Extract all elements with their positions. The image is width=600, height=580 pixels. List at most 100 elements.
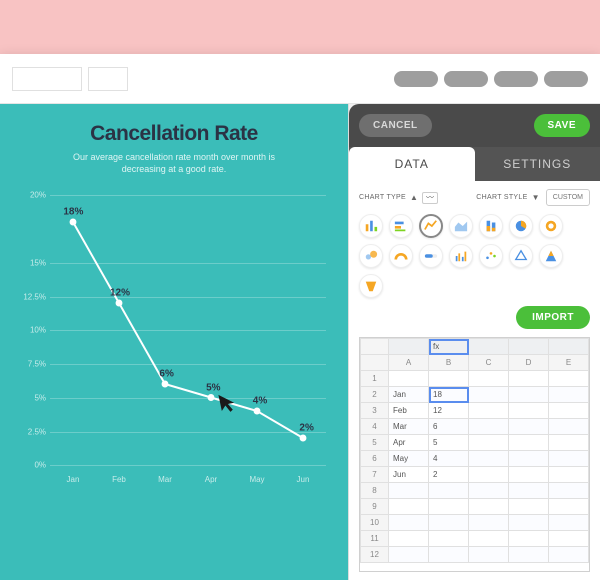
save-button[interactable]: SAVE (534, 114, 591, 137)
cell[interactable] (429, 547, 469, 563)
data-spreadsheet[interactable]: fxABCDE12Jan183Feb124Mar65Apr56May47Jun2… (359, 337, 590, 572)
row-header[interactable]: 6 (361, 451, 389, 467)
chart-type-horizontal-bar[interactable] (389, 214, 413, 238)
cell[interactable] (549, 483, 589, 499)
toolbar-pill[interactable] (444, 71, 488, 87)
cell[interactable] (469, 483, 509, 499)
cell[interactable] (509, 547, 549, 563)
cell[interactable] (469, 547, 509, 563)
cell[interactable]: Jun (389, 467, 429, 483)
cell[interactable] (509, 371, 549, 387)
fx-cell[interactable] (389, 339, 429, 355)
cell[interactable] (509, 387, 549, 403)
tab-settings[interactable]: SETTINGS (475, 147, 600, 181)
col-header[interactable]: C (469, 355, 509, 371)
chart-type-bubble[interactable] (359, 244, 383, 268)
toolbar-pill[interactable] (394, 71, 438, 87)
cell[interactable] (509, 531, 549, 547)
cell[interactable] (389, 531, 429, 547)
row-header[interactable]: 5 (361, 435, 389, 451)
cell[interactable] (469, 435, 509, 451)
cell[interactable] (549, 403, 589, 419)
chart-type-donut[interactable] (539, 214, 563, 238)
cell[interactable] (549, 531, 589, 547)
chart-type-stacked-bar[interactable] (479, 214, 503, 238)
cell[interactable] (549, 547, 589, 563)
chart-type-progress[interactable] (419, 244, 443, 268)
fx-cell[interactable] (549, 339, 589, 355)
cell[interactable] (509, 467, 549, 483)
cell[interactable] (509, 499, 549, 515)
cell[interactable] (429, 515, 469, 531)
chart-type-line[interactable] (419, 214, 443, 238)
cell[interactable] (469, 387, 509, 403)
cell[interactable] (429, 483, 469, 499)
cell[interactable] (389, 515, 429, 531)
cell[interactable]: 18 (429, 387, 469, 403)
chart-canvas[interactable]: Cancellation Rate Our average cancellati… (0, 104, 348, 580)
chart-type-select[interactable]: CHART TYPE ▲ 〰 (359, 192, 438, 204)
col-header[interactable]: D (509, 355, 549, 371)
cell[interactable] (509, 419, 549, 435)
tab-data[interactable]: DATA (349, 147, 475, 181)
cell[interactable] (549, 451, 589, 467)
cell[interactable]: Mar (389, 419, 429, 435)
cell[interactable] (509, 403, 549, 419)
cell[interactable]: Jan (389, 387, 429, 403)
cell[interactable] (549, 515, 589, 531)
cell[interactable] (429, 531, 469, 547)
col-header[interactable]: A (389, 355, 429, 371)
chart-style-select[interactable]: CHART STYLE ▼ (476, 193, 540, 202)
row-header[interactable]: 1 (361, 371, 389, 387)
row-header[interactable]: 12 (361, 547, 389, 563)
cell[interactable] (469, 531, 509, 547)
cell[interactable] (389, 483, 429, 499)
cell[interactable] (549, 387, 589, 403)
cell[interactable] (549, 435, 589, 451)
row-header[interactable]: 3 (361, 403, 389, 419)
chart-type-pyramid[interactable] (539, 244, 563, 268)
custom-button[interactable]: CUSTOM (546, 189, 590, 206)
cell[interactable] (389, 547, 429, 563)
toolbar-box-small[interactable] (88, 67, 128, 91)
row-header[interactable]: 4 (361, 419, 389, 435)
cell[interactable] (469, 419, 509, 435)
cell[interactable]: 2 (429, 467, 469, 483)
cell[interactable] (549, 371, 589, 387)
chart-type-pie[interactable] (509, 214, 533, 238)
cell[interactable]: 6 (429, 419, 469, 435)
row-header[interactable]: 8 (361, 483, 389, 499)
chart-type-multi-bar[interactable] (449, 244, 473, 268)
row-header[interactable]: 9 (361, 499, 389, 515)
cell[interactable] (469, 467, 509, 483)
toolbar-pill[interactable] (544, 71, 588, 87)
cell[interactable] (469, 499, 509, 515)
col-header[interactable]: E (549, 355, 589, 371)
cell[interactable]: Apr (389, 435, 429, 451)
cell[interactable] (469, 371, 509, 387)
row-header[interactable]: 11 (361, 531, 389, 547)
col-header[interactable]: B (429, 355, 469, 371)
fx-cell[interactable]: fx (429, 339, 469, 355)
toolbar-pill[interactable] (494, 71, 538, 87)
cell[interactable] (509, 483, 549, 499)
cell[interactable] (509, 451, 549, 467)
cell[interactable]: 12 (429, 403, 469, 419)
row-header[interactable]: 7 (361, 467, 389, 483)
cancel-button[interactable]: CANCEL (359, 114, 432, 137)
cell[interactable] (509, 435, 549, 451)
cell[interactable] (429, 499, 469, 515)
chart-type-scatter[interactable] (479, 244, 503, 268)
row-header[interactable]: 10 (361, 515, 389, 531)
cell[interactable]: 4 (429, 451, 469, 467)
cell[interactable] (429, 371, 469, 387)
chart-type-vertical-bar[interactable] (359, 214, 383, 238)
chart-type-gauge[interactable] (389, 244, 413, 268)
chart-type-radar[interactable] (509, 244, 533, 268)
row-header[interactable]: 2 (361, 387, 389, 403)
cell[interactable] (549, 419, 589, 435)
cell[interactable]: May (389, 451, 429, 467)
cell[interactable]: Feb (389, 403, 429, 419)
fx-cell[interactable] (469, 339, 509, 355)
cell[interactable] (469, 515, 509, 531)
